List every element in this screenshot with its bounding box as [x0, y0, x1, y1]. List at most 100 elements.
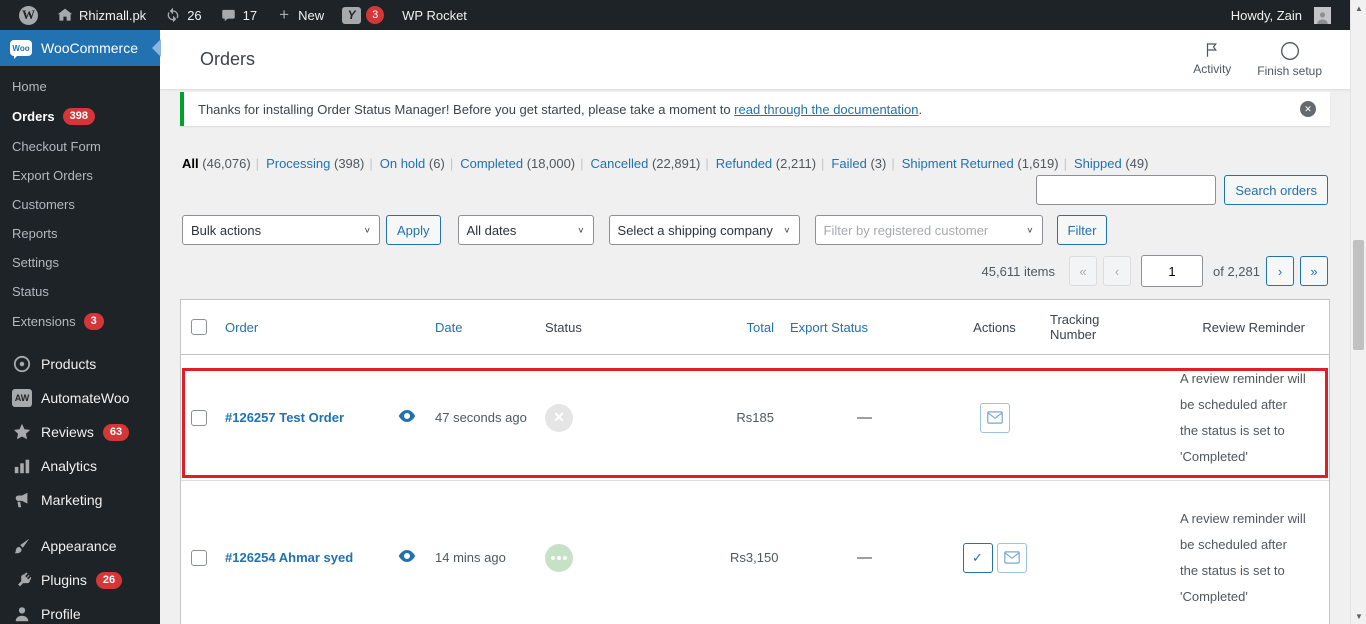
shipping-company-value: Select a shipping company: [617, 222, 773, 238]
sidebar-item-profile[interactable]: Profile: [0, 597, 160, 624]
chevron-down-icon: ∨: [783, 225, 791, 235]
sidebar-item-woocommerce[interactable]: Woo WooCommerce: [0, 30, 161, 66]
order-cell: #126254 Ahmar syed: [217, 550, 387, 565]
sidebar-item-appearance[interactable]: Appearance: [0, 529, 160, 563]
bar-chart-icon: [12, 456, 32, 476]
view-count: (6): [428, 156, 445, 171]
wordpress-menu-item[interactable]: W: [10, 0, 47, 30]
view-on-hold[interactable]: On hold (6): [364, 156, 444, 171]
view-label: Shipped: [1073, 156, 1122, 171]
sidebar-item-orders[interactable]: Orders 398: [0, 101, 160, 132]
view-cancelled[interactable]: Cancelled (22,891): [575, 156, 700, 171]
sidebar-item-plugins[interactable]: Plugins 26: [0, 563, 160, 597]
site-name-label: Rhizmall.pk: [79, 7, 147, 23]
view-refunded[interactable]: Refunded (2,211): [700, 156, 816, 171]
sidebar-item-home[interactable]: Home: [0, 72, 160, 101]
scrollbar-thumb[interactable]: [1353, 240, 1364, 350]
menu-label: Profile: [41, 606, 81, 622]
view-processing[interactable]: Processing (398): [251, 156, 365, 171]
scroll-up-arrow-icon[interactable]: ▲: [1351, 0, 1366, 16]
sidebar-item-reviews[interactable]: Reviews 63: [0, 415, 160, 449]
sidebar-item-analytics[interactable]: Analytics: [0, 449, 160, 483]
preview-eye-icon[interactable]: [398, 549, 416, 566]
sidebar-item-automatewoo[interactable]: AW AutomateWoo: [0, 381, 160, 415]
select-order-checkbox[interactable]: [191, 409, 207, 426]
select-all-checkbox[interactable]: [191, 319, 207, 335]
sidebar-item-settings[interactable]: Settings: [0, 248, 160, 277]
next-page-button[interactable]: ›: [1266, 256, 1294, 286]
apply-button[interactable]: Apply: [386, 215, 441, 245]
filter-button[interactable]: Filter: [1056, 215, 1108, 245]
updates-item[interactable]: 26: [155, 0, 210, 30]
view-shipped[interactable]: Shipped (49): [1059, 156, 1149, 171]
woocommerce-submenu: Home Orders 398 Checkout Form Export Ord…: [0, 66, 160, 347]
account-menu-item[interactable]: Howdy, Zain: [1222, 0, 1340, 30]
header-export-status: Export Status: [782, 320, 947, 335]
documentation-link[interactable]: read through the documentation: [734, 102, 918, 117]
all-dates-select[interactable]: All dates ∨: [457, 215, 594, 245]
order-link[interactable]: #126257 Test Order: [225, 410, 344, 425]
flag-icon: [1207, 43, 1218, 57]
email-action-button[interactable]: [996, 542, 1027, 573]
search-orders-button[interactable]: Search orders: [1224, 175, 1328, 205]
sidebar-item-export-orders[interactable]: Export Orders: [0, 161, 160, 190]
row-checkbox-cell: [181, 409, 217, 426]
select-order-checkbox[interactable]: [191, 549, 207, 566]
view-count: (3): [870, 156, 887, 171]
site-name-item[interactable]: Rhizmall.pk: [47, 0, 155, 30]
wp-rocket-item[interactable]: WP Rocket: [393, 0, 476, 30]
comments-item[interactable]: 17: [211, 0, 266, 30]
menu-label: Appearance: [41, 538, 117, 554]
sidebar-item-extensions[interactable]: Extensions 3: [0, 306, 160, 337]
yoast-item[interactable]: Y 3: [333, 0, 393, 30]
sort-date-link[interactable]: Date: [435, 320, 462, 335]
sidebar-item-marketing[interactable]: Marketing: [0, 483, 160, 517]
new-item[interactable]: + New: [266, 0, 333, 30]
current-page-input[interactable]: [1141, 255, 1203, 287]
notice-text-end: .: [918, 101, 923, 117]
setup-progress-circle-icon: [1280, 42, 1299, 60]
page-scrollbar[interactable]: ▲ ▼: [1350, 0, 1366, 624]
email-action-button[interactable]: [979, 402, 1010, 433]
view-all[interactable]: All (46,076): [182, 156, 251, 171]
notice-text-start: Thanks for installing Order Status Manag…: [198, 101, 735, 117]
woocommerce-label: WooCommerce: [41, 40, 138, 56]
sort-order-link[interactable]: Order: [225, 320, 258, 335]
sidebar-item-customers[interactable]: Customers: [0, 190, 160, 219]
view-label: On hold: [379, 156, 426, 171]
menu-label: Analytics: [41, 458, 98, 474]
shipping-company-select[interactable]: Select a shipping company ∨: [608, 215, 800, 245]
megaphone-icon: [12, 490, 32, 510]
header-status: Status: [545, 319, 582, 335]
menu-label: AutomateWoo: [41, 390, 130, 406]
check-icon: ✓: [972, 549, 983, 565]
complete-action-button[interactable]: ✓: [962, 542, 993, 573]
sort-total-link[interactable]: Total: [747, 320, 774, 335]
view-shipment-returned[interactable]: Shipment Returned (1,619): [886, 156, 1058, 171]
view-failed[interactable]: Failed (3): [816, 156, 886, 171]
bulk-actions-select[interactable]: Bulk actions ∨: [182, 215, 380, 245]
scroll-down-arrow-icon[interactable]: ▼: [1351, 608, 1366, 624]
first-page-button[interactable]: «: [1069, 256, 1097, 286]
view-completed[interactable]: Completed (18,000): [445, 156, 575, 171]
preview-eye-icon[interactable]: [398, 409, 416, 426]
sidebar-item-status[interactable]: Status: [0, 277, 160, 306]
sidebar-item-products[interactable]: Products: [0, 347, 160, 381]
sort-export-status-link[interactable]: Export Status: [790, 320, 868, 335]
menu-label: Reviews: [41, 424, 94, 440]
dismiss-notice-icon[interactable]: ✕: [1300, 101, 1316, 117]
registered-customer-select[interactable]: Filter by registered customer ∨: [814, 215, 1043, 245]
sidebar-item-checkout-form[interactable]: Checkout Form: [0, 132, 160, 161]
updates-icon: [164, 6, 182, 24]
submenu-label: Checkout Form: [12, 139, 101, 154]
activity-button[interactable]: Activity: [1193, 41, 1231, 78]
search-orders-input[interactable]: [1036, 175, 1217, 205]
sidebar-item-reports[interactable]: Reports: [0, 219, 160, 248]
view-label: Cancelled: [590, 156, 649, 171]
last-page-button[interactable]: »: [1300, 256, 1328, 286]
order-link[interactable]: #126254 Ahmar syed: [225, 550, 353, 565]
status-cell: ✕: [537, 403, 722, 432]
view-label: Refunded: [715, 156, 773, 171]
finish-setup-button[interactable]: Finish setup: [1257, 41, 1322, 78]
prev-page-button[interactable]: ‹: [1103, 256, 1131, 286]
